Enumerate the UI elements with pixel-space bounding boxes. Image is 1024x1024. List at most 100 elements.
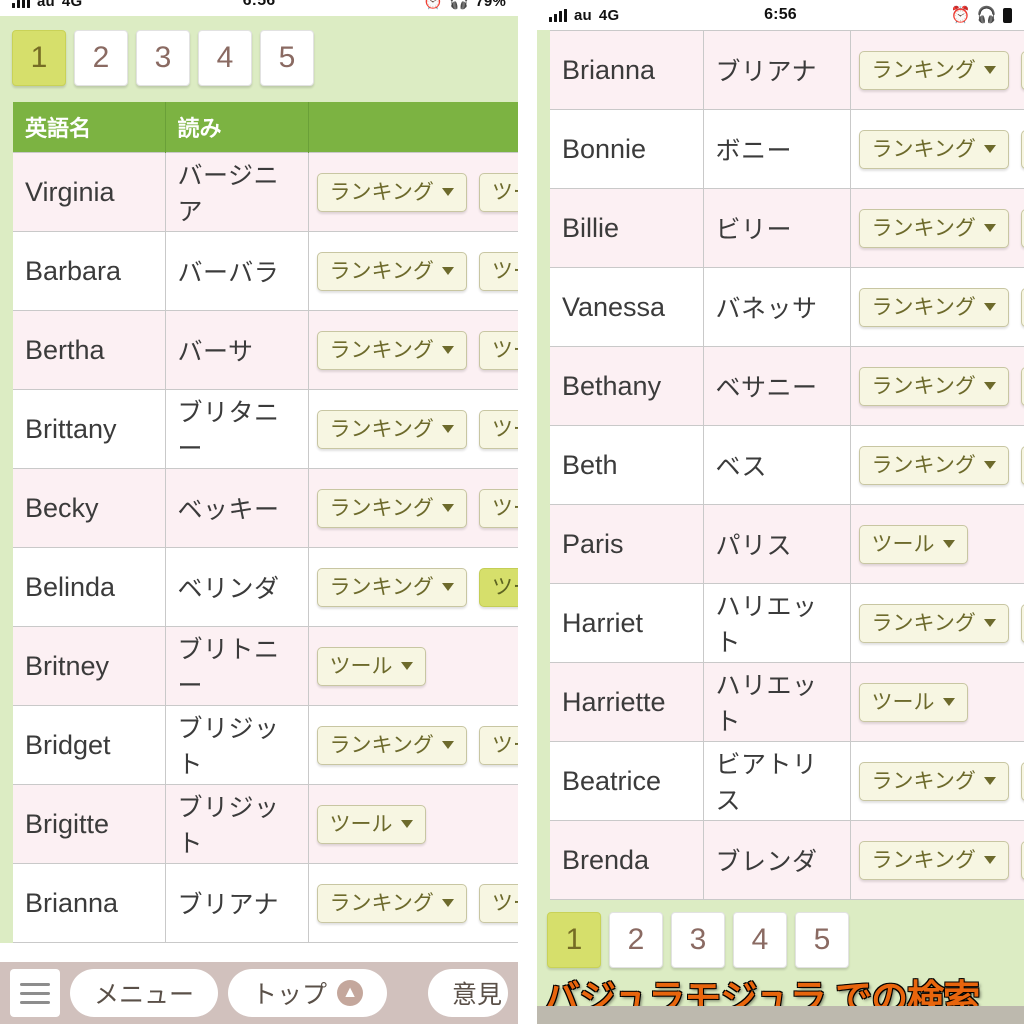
cell-actions: ランキングツ xyxy=(850,820,1024,900)
left-gutter xyxy=(0,102,13,943)
page-button-4[interactable]: 4 xyxy=(733,912,787,968)
cell-english-name: Brigitte xyxy=(13,784,166,864)
page-button-3[interactable]: 3 xyxy=(671,912,725,968)
cell-english-name: Harriette xyxy=(550,662,704,742)
action-button[interactable]: ランキング xyxy=(316,488,467,528)
right-pagination-strip: 12345 xyxy=(537,900,1024,968)
cell-actions: ランキング ツール xyxy=(308,468,518,548)
cell-english-name: Vanessa xyxy=(550,267,704,347)
table-row: Berthaバーサランキング ツール xyxy=(13,310,518,390)
cell-english-name: Bridget xyxy=(13,705,166,785)
table-row: Brendaブレンダランキングツ xyxy=(550,820,1024,900)
action-button[interactable]: ランキング xyxy=(316,251,467,291)
action-button[interactable]: ランキング xyxy=(858,445,1009,485)
action-button[interactable]: ランキング xyxy=(858,129,1009,169)
chevron-down-icon xyxy=(400,820,413,828)
cell-actions: ランキング ツール xyxy=(308,310,518,390)
action-button[interactable]: ツール xyxy=(478,172,518,212)
feedback-button[interactable]: 意見 xyxy=(427,969,508,1017)
cell-actions: ランキング ツール xyxy=(308,705,518,785)
action-button[interactable]: ツール xyxy=(478,883,518,923)
cell-kana-reading: バーサ xyxy=(165,310,309,390)
action-button-label: ツール xyxy=(491,417,518,441)
action-button[interactable]: ツール xyxy=(478,488,518,528)
action-button[interactable]: ツール xyxy=(858,682,968,722)
action-button-label: ランキング xyxy=(871,295,976,319)
pagination-top[interactable]: 12345 xyxy=(0,16,518,102)
page-button-3[interactable]: 3 xyxy=(136,30,190,86)
left-table-shell: 英語名 読み VirginiaバージニアランキングツールBarbaraバーバララ… xyxy=(0,102,518,943)
action-button[interactable]: ツール xyxy=(478,251,518,291)
action-button[interactable]: ランキング xyxy=(316,725,467,765)
table-row: Beatriceビアトリスランキングツ xyxy=(550,741,1024,821)
signal-bars-icon xyxy=(549,8,567,22)
col-header-actions xyxy=(308,102,518,153)
cell-actions: ランキングツ xyxy=(850,346,1024,426)
action-button-label: ランキング xyxy=(329,891,434,915)
page-button-5[interactable]: 5 xyxy=(795,912,849,968)
cell-kana-reading: ベサニー xyxy=(703,346,851,426)
action-button[interactable]: ツール xyxy=(316,646,426,686)
action-button[interactable]: ツール xyxy=(478,725,518,765)
action-button-label: ツール xyxy=(491,733,518,757)
action-button[interactable]: ツール xyxy=(858,524,968,564)
action-button[interactable]: ランキング xyxy=(858,366,1009,406)
page-button-5[interactable]: 5 xyxy=(260,30,314,86)
right-status-bar: au 4G 6:56 ⏰ 🎧 xyxy=(537,0,1024,30)
cell-kana-reading: ベッキー xyxy=(165,468,309,548)
headphones-icon: 🎧 xyxy=(976,7,997,24)
chevron-down-icon xyxy=(942,698,955,706)
action-button[interactable]: ランキング xyxy=(858,761,1009,801)
pagination-bottom[interactable]: 12345 xyxy=(547,912,1014,968)
chevron-down-icon xyxy=(983,303,996,311)
table-row: Bethanyベサニーランキングツ xyxy=(550,346,1024,426)
action-button[interactable]: ランキング xyxy=(858,287,1009,327)
page-button-4[interactable]: 4 xyxy=(198,30,252,86)
menu-button[interactable]: メニュー xyxy=(70,969,219,1017)
cell-kana-reading: ブリアナ xyxy=(703,30,851,110)
network-label: 4G xyxy=(598,6,620,24)
battery-icon xyxy=(1003,7,1012,23)
action-button[interactable]: ランキング xyxy=(858,208,1009,248)
action-button[interactable]: ツール xyxy=(478,330,518,370)
cell-actions: ランキング ツール xyxy=(308,547,518,627)
action-button-label: ランキング xyxy=(329,180,434,204)
action-button[interactable]: ツール xyxy=(478,409,518,449)
action-button[interactable]: ランキング xyxy=(858,840,1009,880)
table-row: Britney ブリトニー ツール xyxy=(13,626,518,706)
carrier-label: au xyxy=(37,0,55,10)
cell-actions: ツール xyxy=(308,626,518,706)
action-button-label: ランキング xyxy=(329,338,434,362)
table-header-row: 英語名 読み xyxy=(13,102,518,153)
action-button-label: ランキング xyxy=(329,575,434,599)
left-pagination-strip: 12345 xyxy=(0,16,518,102)
table-row: Beckyベッキーランキング ツール xyxy=(13,468,518,548)
action-button-label: ランキング xyxy=(871,453,976,477)
cell-english-name: Belinda xyxy=(13,547,166,627)
page-button-2[interactable]: 2 xyxy=(609,912,663,968)
action-button[interactable]: ランキング xyxy=(316,567,467,607)
action-button[interactable]: ランキング xyxy=(316,409,467,449)
action-button[interactable]: ランキング xyxy=(316,330,467,370)
chevron-down-icon xyxy=(983,461,996,469)
table-row: Briannaブリアナランキング ツール xyxy=(13,863,518,943)
table-row: Vanessaバネッサランキングツ xyxy=(550,267,1024,347)
action-button[interactable]: ツール xyxy=(478,567,518,607)
page-button-1[interactable]: 1 xyxy=(12,30,66,86)
chevron-down-icon xyxy=(441,899,454,907)
cell-kana-reading: バネッサ xyxy=(703,267,851,347)
cell-english-name: Virginia xyxy=(13,152,166,232)
page-button-1[interactable]: 1 xyxy=(547,912,601,968)
page-button-2[interactable]: 2 xyxy=(74,30,128,86)
home-indicator-bar xyxy=(537,1006,1024,1024)
cell-actions: ツール xyxy=(308,784,518,864)
battery-percent-label: 79% xyxy=(475,0,506,10)
action-button[interactable]: ランキング xyxy=(316,883,467,923)
top-button[interactable]: トップ ▲ xyxy=(228,969,388,1017)
action-button[interactable]: ツール xyxy=(316,804,426,844)
action-button[interactable]: ランキング xyxy=(316,172,467,212)
cell-english-name: Bethany xyxy=(550,346,704,426)
hamburger-menu-icon[interactable] xyxy=(10,969,60,1017)
action-button[interactable]: ランキング xyxy=(858,603,1009,643)
action-button[interactable]: ランキング xyxy=(858,50,1009,90)
